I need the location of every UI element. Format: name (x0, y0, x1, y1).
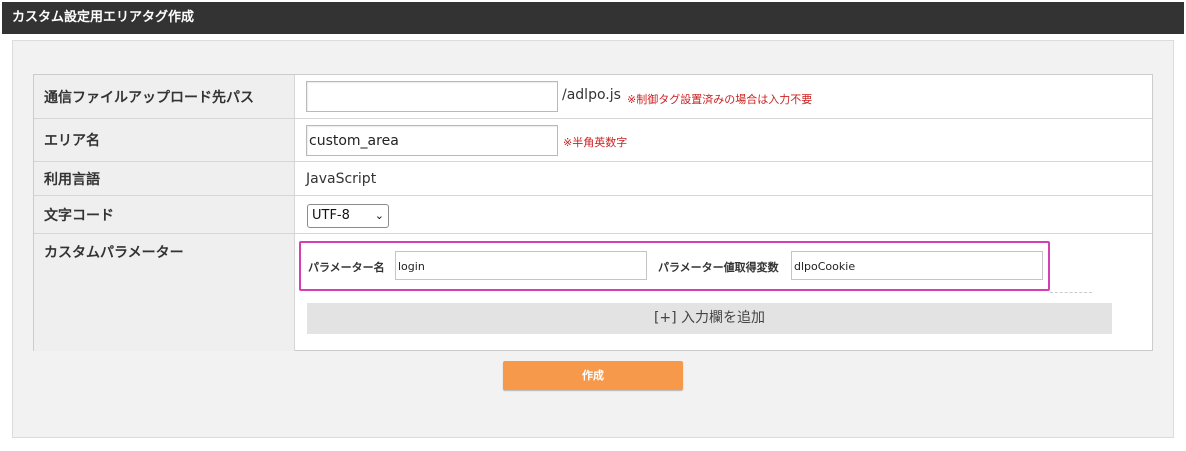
settings-table: 通信ファイルアップロード先パス /adlpo.js ※制御タグ設置済みの場合は入… (33, 74, 1153, 351)
param-entry-box: パラメーター名 login パラメーター値取得変数 dlpoCookie (299, 241, 1050, 291)
area-name-value-cell: ※半角英数字 (296, 119, 1152, 161)
charset-selected-value: UTF-8 (312, 208, 350, 223)
row-charset: 文字コード UTF-8 ⌄ (34, 196, 1152, 234)
language-label: 利用言語 (34, 162, 295, 195)
row-upload-path: 通信ファイルアップロード先パス /adlpo.js ※制御タグ設置済みの場合は入… (34, 75, 1152, 119)
language-value: JavaScript (306, 171, 377, 187)
chevron-down-icon: ⌄ (374, 209, 384, 222)
param-var-input[interactable]: dlpoCookie (791, 251, 1043, 280)
area-name-note: ※半角英数字 (563, 136, 628, 149)
param-var-label: パラメーター値取得変数 (658, 261, 779, 274)
row-language: 利用言語 JavaScript (34, 162, 1152, 196)
charset-select[interactable]: UTF-8 ⌄ (307, 204, 389, 228)
charset-label: 文字コード (34, 196, 295, 233)
page-header: カスタム設定用エリアタグ作成 (2, 2, 1184, 34)
param-name-label: パラメーター名 (308, 261, 385, 274)
add-field-button[interactable]: [+] 入力欄を追加 (307, 303, 1112, 334)
row-area-name: エリア名 ※半角英数字 (34, 119, 1152, 162)
upload-path-note: ※制御タグ設置済みの場合は入力不要 (627, 93, 813, 106)
upload-path-label: 通信ファイルアップロード先パス (34, 75, 295, 118)
param-name-input[interactable]: login (395, 251, 647, 280)
custom-params-value-cell: パラメーター名 login パラメーター値取得変数 dlpoCookie [+]… (296, 234, 1152, 351)
area-name-label: エリア名 (34, 119, 295, 161)
upload-path-input[interactable] (306, 81, 558, 112)
custom-params-label: カスタムパラメーター (34, 234, 295, 351)
language-value-cell: JavaScript (296, 162, 1152, 195)
page-title: カスタム設定用エリアタグ作成 (12, 10, 195, 25)
row-custom-params: カスタムパラメーター パラメーター名 login パラメーター値取得変数 dlp… (34, 234, 1152, 351)
upload-path-value-cell: /adlpo.js ※制御タグ設置済みの場合は入力不要 (296, 75, 1152, 118)
charset-value-cell: UTF-8 ⌄ (296, 196, 1152, 233)
upload-path-suffix: /adlpo.js (562, 87, 621, 103)
area-name-input[interactable] (306, 125, 558, 156)
create-button[interactable]: 作成 (503, 361, 683, 390)
dashed-divider (1050, 292, 1092, 293)
